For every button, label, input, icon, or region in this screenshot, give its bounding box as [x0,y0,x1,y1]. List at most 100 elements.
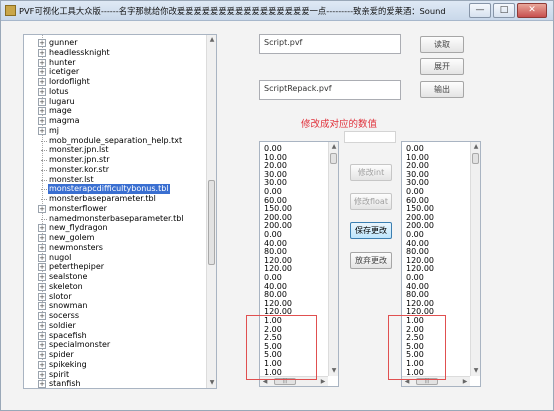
expand-icon[interactable]: + [38,263,46,272]
modify-int-button[interactable]: 修改int [350,164,392,181]
scroll-up-arrow-icon[interactable]: ▲ [471,142,480,152]
tree-connector [41,218,47,220]
expand-icon[interactable]: + [38,360,46,369]
minimize-button[interactable]: — [469,3,491,18]
scroll-up-arrow-icon[interactable]: ▲ [329,142,338,152]
tree-item[interactable]: + new_flydragon [24,223,207,233]
tree-item[interactable]: + nugol [24,253,207,263]
tree-item[interactable]: + headlessknight [24,48,207,58]
file-tree[interactable]: + gunner + headlessknight + hunter + icetiger + l… [23,34,217,389]
tree-scroll-thumb[interactable] [208,180,215,265]
right-list-scrollbar[interactable]: ▲ ▼ [470,142,480,376]
expand-icon[interactable]: + [38,224,46,233]
tree-item[interactable]: namedmonsterbaseparameter.tbl [24,214,207,224]
tree-item[interactable]: + lotus [24,87,207,97]
tree-item[interactable]: monsterapcdifficultybonus.tbl [24,184,207,195]
tree-item[interactable]: monster.kor.str [24,165,207,175]
export-button[interactable]: 输出 [420,81,464,98]
left-list-scroll-thumb[interactable] [330,153,337,164]
scroll-down-arrow-icon[interactable]: ▼ [207,378,216,388]
tree-item[interactable]: + lugaru [24,97,207,107]
right-list-scroll-thumb[interactable] [472,153,479,164]
tree-item[interactable]: + socerss [24,311,207,321]
tree-item[interactable]: + monsterflower [24,204,207,214]
tree-item[interactable]: monster.lst [24,175,207,185]
expand-icon[interactable]: + [38,321,46,330]
discard-changes-button[interactable]: 放弃更改 [350,252,392,269]
expand-icon[interactable]: + [38,380,46,388]
expand-icon[interactable]: + [38,87,46,96]
expand-icon[interactable]: + [38,126,46,135]
tree-item[interactable]: + sealstone [24,272,207,282]
tree-item[interactable]: mob_module_separation_help.txt [24,136,207,146]
expand-icon[interactable]: + [38,107,46,116]
expand-icon[interactable]: + [38,39,46,47]
unpack-button[interactable]: 展开 [420,58,464,75]
tree-item[interactable]: + new_golem [24,233,207,243]
tree-item[interactable]: + spirit [24,370,207,380]
tree-item[interactable]: monster.jpn.lst [24,145,207,155]
script-path-field[interactable]: Script.pvf [259,34,401,54]
expand-icon[interactable]: + [38,282,46,291]
window-title: PVF可视化工具大众版------名字那就给你改爰爰爰爰爰爰爰爰爰爰爰爰爰爰爰爰… [19,6,446,16]
value-input-field[interactable] [344,131,396,143]
expand-icon[interactable]: + [38,243,46,252]
tree-item[interactable]: + peterthepiper [24,262,207,272]
tree-item[interactable]: + specialmonster [24,340,207,350]
tree-item-label: monsterbaseparameter.tbl [49,194,156,203]
tree-item[interactable]: + lordoflight [24,77,207,87]
tree-item-label: monsterapcdifficultybonus.tbl [48,184,170,195]
maximize-button[interactable]: □ [493,3,515,18]
scroll-up-arrow-icon[interactable]: ▲ [207,35,216,45]
tree-item[interactable]: + skeleton [24,282,207,292]
expand-icon[interactable]: + [38,273,46,281]
tree-item[interactable]: + gunner [24,38,207,48]
tree-item[interactable]: monsterbaseparameter.tbl [24,194,207,204]
tree-item[interactable]: + slotor [24,292,207,302]
read-button[interactable]: 读取 [420,36,464,53]
tree-item[interactable]: monster.jpn.str [24,155,207,165]
tree-item[interactable]: + spider [24,350,207,360]
expand-icon[interactable]: + [38,253,46,262]
tree-scrollbar[interactable]: ▲ ▼ [206,35,216,388]
tree-item[interactable]: + spacefish [24,331,207,341]
tree-item-label: spider [49,350,74,359]
repack-path-field[interactable]: ScriptRepack.pvf [259,80,401,100]
expand-icon[interactable]: + [38,234,46,242]
tree-item[interactable]: + hunter [24,58,207,68]
tree-item[interactable]: + magma [24,116,207,126]
expand-icon[interactable]: + [38,341,46,350]
expand-icon[interactable]: + [38,370,46,379]
tree-item[interactable]: + spikeking [24,360,207,370]
expand-icon[interactable]: + [38,204,46,213]
scroll-down-arrow-icon[interactable]: ▼ [329,366,338,376]
tree-item[interactable]: + mage [24,106,207,116]
scroll-right-arrow-icon[interactable]: ▶ [460,377,470,386]
expand-icon[interactable]: + [38,312,46,320]
tree-item-label: icetiger [49,67,80,77]
tree-item[interactable]: + newmonsters [24,243,207,253]
expand-icon[interactable]: + [38,58,46,67]
expand-icon[interactable]: + [38,48,46,57]
expand-icon[interactable]: + [38,302,46,311]
scroll-right-arrow-icon[interactable]: ▶ [318,377,328,386]
tree-item-label: mj [49,125,60,135]
tree-item[interactable]: + mj [24,126,207,136]
expand-icon[interactable]: + [38,97,46,106]
close-button[interactable]: ✕ [517,3,547,18]
expand-icon[interactable]: + [38,292,46,301]
tree-item[interactable]: + stanfish [24,379,207,388]
tree-item[interactable]: + snowman [24,301,207,311]
modify-float-button[interactable]: 修改float [350,193,392,210]
tree-item-label: soldier [49,320,76,330]
left-list-scrollbar[interactable]: ▲ ▼ [328,142,338,376]
tree-item[interactable]: + soldier [24,321,207,331]
expand-icon[interactable]: + [38,78,46,86]
tree-item[interactable]: + icetiger [24,67,207,77]
expand-icon[interactable]: + [38,117,46,125]
expand-icon[interactable]: + [38,351,46,359]
save-changes-button[interactable]: 保存更改 [350,222,392,239]
expand-icon[interactable]: + [38,331,46,340]
scroll-down-arrow-icon[interactable]: ▼ [471,366,480,376]
expand-icon[interactable]: + [38,68,46,77]
